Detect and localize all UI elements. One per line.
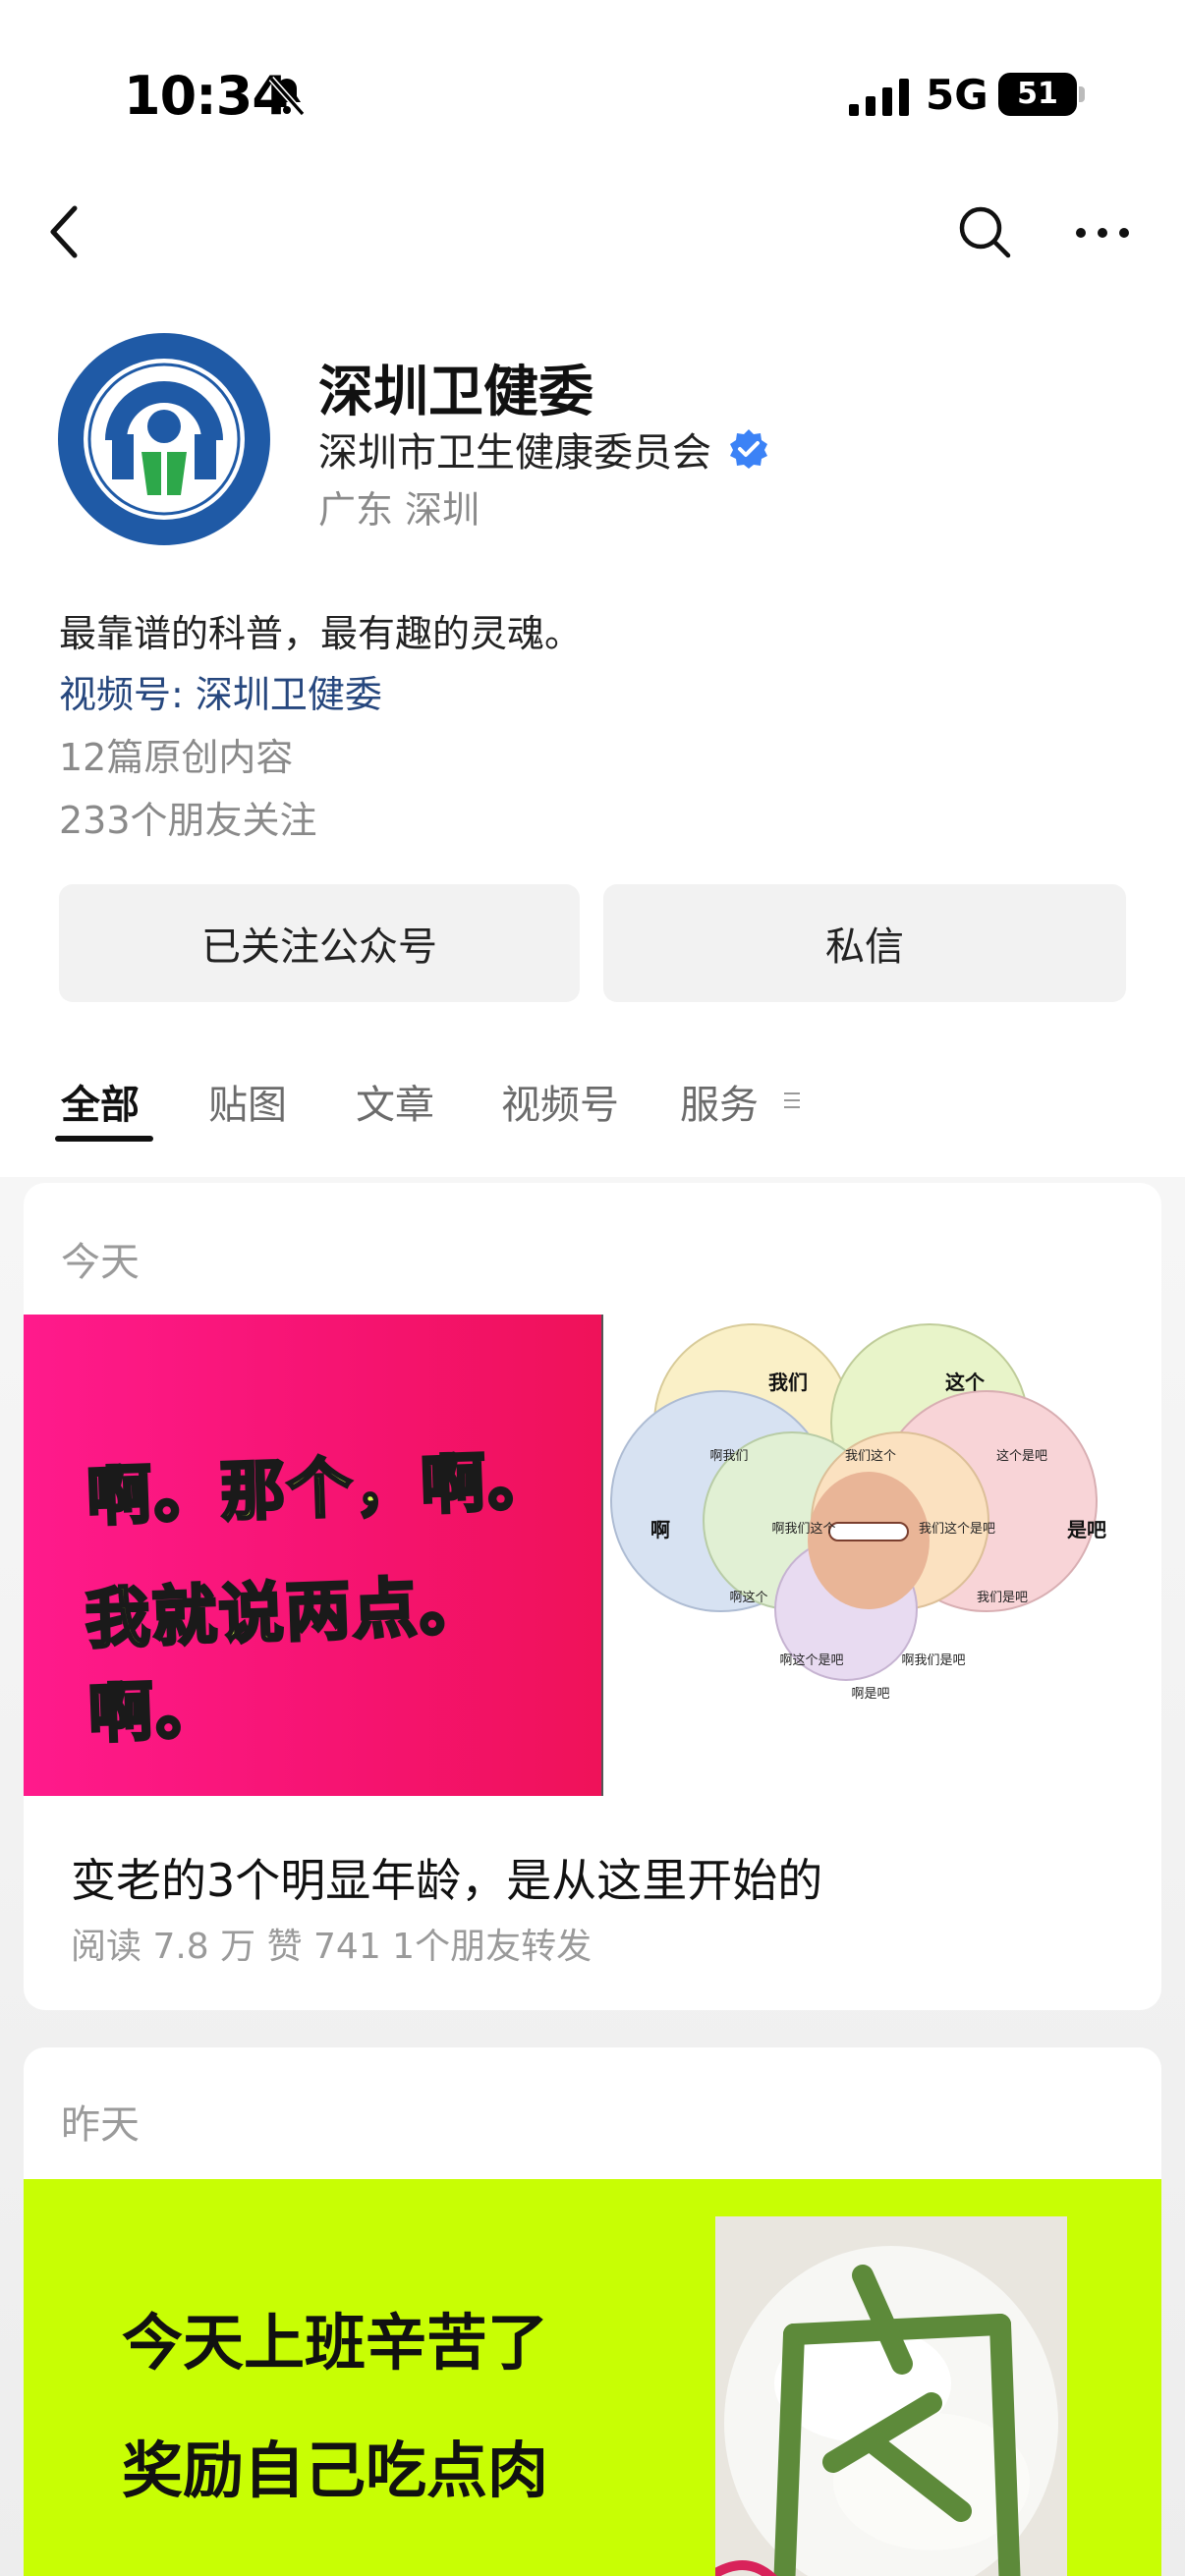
venn-label: 啊 — [650, 1518, 670, 1541]
post-meta: 阅读 7.8 万 赞 741 1个朋友转发 — [71, 1927, 592, 1967]
rice-bowl-image — [715, 2216, 1067, 2576]
venn-label: 啊是吧 — [851, 1687, 889, 1702]
organization-row: 深圳市卫生健康委员会 — [318, 420, 770, 477]
account-bio: 最靠谱的科普，最有趣的灵魂。 — [59, 612, 583, 655]
battery-tip — [1079, 86, 1085, 102]
venn-label: 我们 — [768, 1371, 808, 1394]
account-name: 深圳卫健委 — [318, 361, 593, 424]
post-card[interactable]: 昨天 今天上班辛苦了 奖励自己吃点肉 — [24, 2047, 1161, 2576]
tab-video[interactable]: 视频号 — [501, 1073, 619, 1130]
tab-services[interactable]: 服务 — [680, 1073, 759, 1130]
account-location: 广东 深圳 — [318, 488, 480, 532]
venn-diagram-image: 我们 这个 啊 是吧 啊我们 我们这个 这个是吧 啊我们这个 我们这个是吧 啊这… — [605, 1315, 1161, 1796]
message-button[interactable]: 私信 — [603, 884, 1126, 1002]
image-caption-line: 今天上班辛苦了 — [122, 2307, 549, 2379]
venn-label: 这个是吧 — [996, 1448, 1047, 1464]
venn-label: 啊这个 — [729, 1590, 767, 1605]
follow-button[interactable]: 已关注公众号 — [59, 884, 580, 1002]
menu-lines-icon[interactable] — [782, 1089, 802, 1112]
friends-following[interactable]: 233个朋友关注 — [59, 790, 317, 844]
tab-all[interactable]: 全部 — [61, 1073, 140, 1130]
tab-articles[interactable]: 文章 — [356, 1073, 434, 1130]
battery-icon: 51 — [998, 73, 1077, 116]
image-caption-line: 啊。那个，啊。 — [84, 1441, 556, 1537]
image-caption-line: 我就说两点。啊。 — [83, 1566, 488, 1753]
search-icon[interactable] — [955, 202, 1014, 261]
post-date: 今天 — [61, 1240, 140, 1285]
network-type: 5G — [926, 71, 988, 119]
bell-slash-icon — [268, 76, 306, 117]
battery-level: 51 — [1017, 77, 1058, 111]
tab-images[interactable]: 贴图 — [208, 1073, 287, 1130]
back-icon[interactable] — [43, 202, 86, 261]
venn-label: 啊我们这个 — [771, 1521, 835, 1537]
venn-label: 啊我们 — [709, 1449, 748, 1464]
venn-label: 我们这个是吧 — [919, 1521, 995, 1537]
venn-label: 我们这个 — [845, 1448, 896, 1464]
post-image-left: 啊。那个，啊。 我就说两点。啊。 — [24, 1315, 603, 1796]
original-count[interactable]: 12篇原创内容 — [59, 727, 293, 781]
account-logo — [58, 333, 270, 545]
organization-name: 深圳市卫生健康委员会 — [318, 430, 711, 476]
more-icon[interactable] — [1073, 218, 1132, 248]
post-card[interactable]: 今天 啊。那个，啊。 我就说两点。啊。 我们 这个 啊 是吧 啊我们 我们这个 … — [24, 1183, 1161, 2010]
post-title[interactable]: 变老的3个明显年龄，是从这里开始的 — [71, 1845, 822, 1910]
signal-icon — [849, 79, 909, 116]
image-caption-line: 奖励自己吃点肉 — [122, 2435, 549, 2506]
venn-label: 啊我们是吧 — [901, 1653, 965, 1668]
venn-label: 我们是吧 — [977, 1591, 1028, 1605]
video-channel-link[interactable]: 视频号: 深圳卫健委 — [59, 664, 382, 718]
verified-badge-icon — [730, 429, 767, 469]
tab-active-indicator — [55, 1136, 153, 1142]
venn-label: 啊这个是吧 — [779, 1652, 843, 1668]
post-image: 今天上班辛苦了 奖励自己吃点肉 — [24, 2179, 1161, 2576]
post-date: 昨天 — [61, 2102, 140, 2148]
venn-label: 是吧 — [1066, 1518, 1106, 1541]
venn-label: 这个 — [945, 1371, 986, 1394]
